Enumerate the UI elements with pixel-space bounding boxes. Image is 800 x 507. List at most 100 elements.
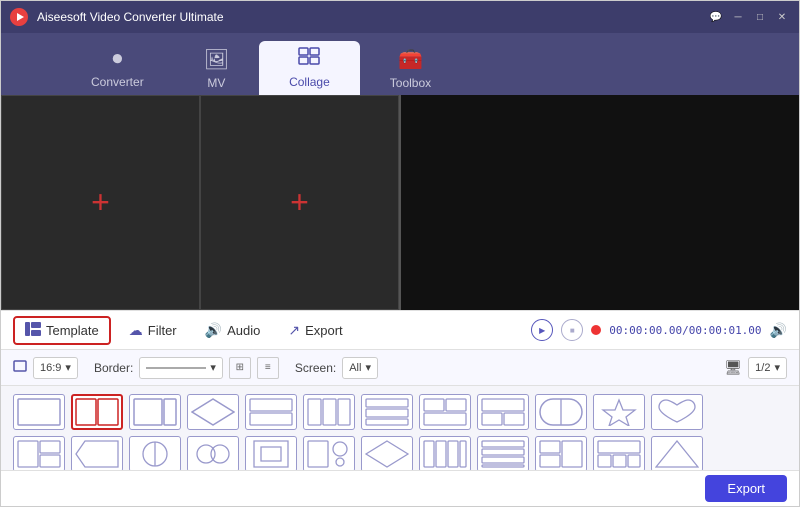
audio-icon: 🔊 [205,322,222,339]
play-button[interactable]: ▶ [531,319,553,341]
filter-icon: ☁ [129,322,143,339]
toolbar-template[interactable]: Template [13,316,111,345]
template-item-21[interactable] [477,436,529,470]
template-row-1 [13,394,787,430]
preview-left: + + [1,95,401,310]
template-item-1[interactable] [13,394,65,430]
tab-converter-label: Converter [91,75,144,89]
template-item-12[interactable] [651,394,703,430]
border-line-preview [146,367,206,369]
screen-value: All [349,362,361,374]
template-item-3[interactable] [129,394,181,430]
template-item-7[interactable] [361,394,413,430]
template-item-23[interactable] [593,436,645,470]
ratio-group: 16:9 ▾ [13,357,78,379]
preview-area: + + [1,95,799,310]
preview-panel-1[interactable]: + [1,95,200,310]
template-item-6[interactable] [303,394,355,430]
tab-converter[interactable]: ⏺ Converter [61,41,174,95]
nav-tabs: ⏺ Converter 🖼 MV Collage 🧰 Toolbox [1,33,799,95]
tab-mv-label: MV [207,76,225,90]
border-select[interactable]: ▾ [139,357,223,379]
template-item-18[interactable] [303,436,355,470]
template-item-13[interactable] [13,436,65,470]
export-label: Export [305,323,343,338]
preview-panel-3 [401,95,600,310]
converter-icon: ⏺ [112,48,122,71]
template-item-8[interactable] [419,394,471,430]
message-btn[interactable]: 💬 [707,8,725,26]
time-display: 00:00:00.00/00:00:01.00 [609,324,761,337]
toolbar-audio[interactable]: 🔊 Audio [195,318,271,343]
screen-label: Screen: [295,361,336,375]
page-value: 1/2 [755,362,770,374]
record-indicator [591,325,601,335]
template-item-5[interactable] [245,394,297,430]
toolbar-export[interactable]: ↗ Export [278,318,352,343]
volume-icon[interactable]: 🔊 [770,322,787,339]
bottom-bar: Export [1,470,799,506]
template-row-2 [13,436,787,470]
template-item-22[interactable] [535,436,587,470]
preview-right [401,95,799,310]
template-item-20[interactable] [419,436,471,470]
template-item-11[interactable] [593,394,645,430]
ratio-value: 16:9 [40,362,61,374]
page-select[interactable]: 1/2 ▾ [748,357,787,379]
options-bar: 16:9 ▾ Border: ▾ ⊞ ≡ Screen: All ▾ [1,350,799,386]
template-item-24[interactable] [651,436,703,470]
template-item-15[interactable] [129,436,181,470]
template-item-16[interactable] [187,436,239,470]
grid-pattern-btn[interactable]: ⊞ [229,357,251,379]
app-title: Aiseesoft Video Converter Ultimate [37,10,707,24]
filter-label: Filter [148,323,177,338]
tab-toolbox[interactable]: 🧰 Toolbox [360,41,461,95]
border-chevron: ▾ [210,361,216,374]
collage-icon [298,47,320,71]
screen-chevron: ▾ [365,361,371,374]
tab-toolbox-label: Toolbox [390,76,431,90]
border-label: Border: [94,361,133,375]
add-media-icon-1: + [91,184,110,221]
template-item-19[interactable] [361,436,413,470]
mv-icon: 🖼 [204,47,229,72]
screen-group: Screen: All ▾ [295,357,378,379]
export-button[interactable]: Export [705,475,787,502]
template-item-14[interactable] [71,436,123,470]
toolbox-icon: 🧰 [398,47,423,72]
toolbar-filter[interactable]: ☁ Filter [119,318,187,343]
add-media-icon-2: + [290,184,309,221]
border-group: Border: ▾ ⊞ ≡ [94,357,279,379]
toolbar: Template ☁ Filter 🔊 Audio ↗ Export ▶ ■ 0… [1,310,799,350]
monitor-icon: 🖥 [724,359,742,376]
template-item-9[interactable] [477,394,529,430]
minimize-btn[interactable]: ─ [729,8,747,26]
template-item-2[interactable] [71,394,123,430]
audio-label: Audio [227,323,260,338]
playback-controls: ▶ ■ 00:00:00.00/00:00:01.00 🔊 [531,319,787,341]
titlebar: Aiseesoft Video Converter Ultimate 💬 ─ □… [1,1,799,33]
screen-select[interactable]: All ▾ [342,357,378,379]
template-item-17[interactable] [245,436,297,470]
page-chevron: ▾ [774,361,780,374]
window-controls: 💬 ─ □ ✕ [707,8,791,26]
stripe-pattern-btn[interactable]: ≡ [257,357,279,379]
stop-button[interactable]: ■ [561,319,583,341]
template-item-10[interactable] [535,394,587,430]
template-item-4[interactable] [187,394,239,430]
maximize-btn[interactable]: □ [751,8,769,26]
ratio-select[interactable]: 16:9 ▾ [33,357,78,379]
app-window: Aiseesoft Video Converter Ultimate 💬 ─ □… [0,0,800,507]
preview-panel-2[interactable]: + [200,95,399,310]
main-content: + + Template [1,95,799,506]
tab-mv[interactable]: 🖼 MV [174,41,259,95]
close-btn[interactable]: ✕ [773,8,791,26]
templates-grid [1,386,799,470]
page-group: 🖥 1/2 ▾ [724,357,787,379]
tab-collage[interactable]: Collage [259,41,360,95]
ratio-chevron: ▾ [65,361,71,374]
app-logo [9,7,29,27]
tab-collage-label: Collage [289,75,330,89]
preview-panel-4 [600,95,799,310]
template-icon [25,322,41,339]
